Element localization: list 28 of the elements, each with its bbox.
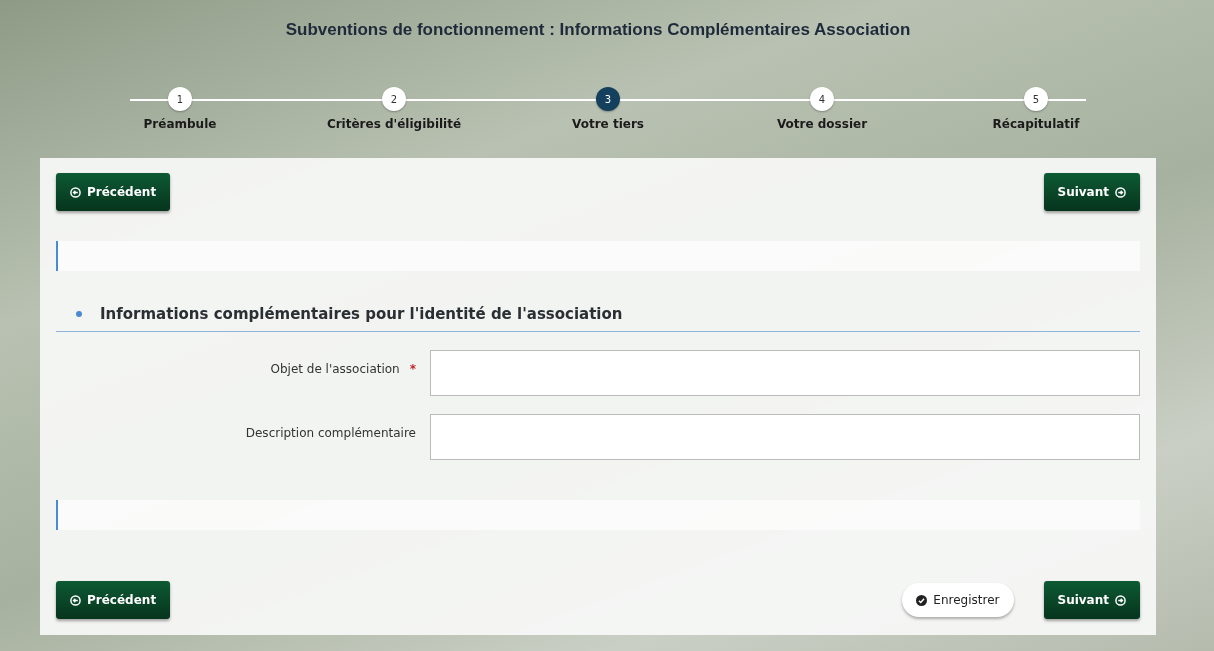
arrow-right-circle-icon	[1115, 594, 1126, 606]
arrow-left-circle-icon	[70, 594, 81, 606]
input-field[interactable]	[430, 414, 1140, 460]
input-field[interactable]	[430, 350, 1140, 396]
step-label: Récapitulatif	[992, 117, 1080, 131]
previous-button[interactable]: Précédent	[56, 581, 171, 619]
step-circle[interactable]: 2	[382, 87, 406, 111]
step-circle[interactable]: 4	[810, 87, 834, 111]
bullet-icon	[76, 311, 82, 317]
section-heading: Informations complémentaires pour l'identité de l'association	[100, 305, 623, 323]
next-button[interactable]: Suivant	[1043, 581, 1140, 619]
previous-button[interactable]: Précédent	[56, 173, 171, 211]
step-label: Votre tiers	[572, 117, 644, 131]
step-circle[interactable]: 1	[168, 87, 192, 111]
page-title: Subventions de fonctionnement : Informations Complémentaires Association	[284, 20, 912, 40]
step-label: Préambule	[143, 117, 217, 131]
step-label: Votre dossier	[776, 117, 868, 131]
field-label: Objet de l'association	[270, 362, 400, 376]
next-button[interactable]: Suivant	[1043, 173, 1140, 211]
step-circle[interactable]: 5	[1024, 87, 1048, 111]
step-circle[interactable]: 3	[596, 87, 620, 111]
save-button[interactable]: Enregistrer	[902, 583, 1014, 617]
required-mark: *	[409, 362, 416, 376]
arrow-right-circle-icon	[1115, 186, 1126, 198]
arrow-left-circle-icon	[70, 186, 81, 198]
step-label: Critères d'éligibilité	[326, 117, 462, 131]
field-label: Description complémentaire	[245, 426, 416, 440]
check-circle-icon	[916, 594, 928, 606]
